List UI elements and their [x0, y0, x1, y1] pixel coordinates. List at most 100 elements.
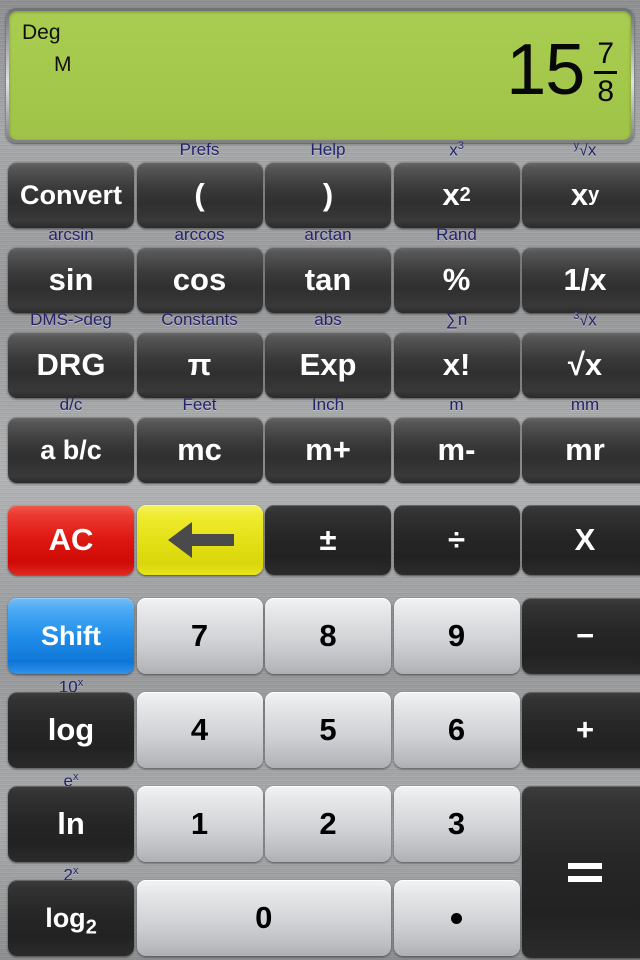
cos-label: cos	[172, 262, 227, 297]
row-123: 2x ln 1 2 3	[0, 786, 640, 958]
digit-3-button[interactable]: 3	[393, 786, 520, 862]
reciprocal-button[interactable]: 1/x	[522, 247, 640, 313]
shift-button[interactable]: Shift	[8, 598, 134, 674]
log-label: log	[47, 712, 95, 747]
digit-2-button[interactable]: 2	[265, 786, 391, 862]
factorial-button[interactable]: x!	[393, 332, 520, 398]
open-paren-button[interactable]: (	[136, 162, 263, 228]
shift-label-cos: arccos	[174, 225, 225, 244]
digit-2-label: 2	[319, 806, 337, 841]
shift-label-factorial: ∑n	[445, 310, 468, 329]
key-cell-digit-8: 8	[265, 598, 391, 674]
digit-6-button[interactable]: 6	[393, 692, 520, 768]
key-cell-decimal-point	[393, 880, 520, 956]
key-cell-close-paren: Help)	[265, 141, 391, 228]
shift-label-sin: arcsin	[48, 225, 94, 244]
percent-button[interactable]: %	[393, 247, 520, 313]
pi-button[interactable]: π	[136, 332, 263, 398]
row-trig: arcsin sin arccos cos arctan tan Rand% 1/x	[0, 226, 640, 313]
memory-add-label: m+	[305, 432, 351, 467]
digit-6-label: 6	[447, 712, 466, 747]
multiply-button[interactable]: X	[522, 505, 640, 575]
natural-log-label: ln	[57, 806, 85, 841]
plus-minus-button[interactable]: ±	[265, 505, 391, 575]
shift-label-pi: Constants	[161, 310, 238, 329]
key-cell-log: ex log	[8, 692, 134, 789]
log-button[interactable]: log	[8, 692, 134, 768]
close-paren-button[interactable]: )	[265, 162, 391, 228]
divide-button[interactable]: ÷	[393, 505, 520, 575]
digit-7-button[interactable]: 7	[136, 598, 263, 674]
key-cell-memory-add: Inch m+	[265, 396, 391, 483]
memory-recall-label: mr	[565, 432, 605, 467]
shift-label-memory-clear: Feet	[182, 395, 217, 414]
digit-1-label: 1	[190, 806, 209, 841]
key-cell-cos: arccos cos	[136, 226, 263, 313]
drg-button[interactable]: DRG	[8, 332, 134, 398]
shift-label-fraction-abc: d/c	[59, 395, 83, 414]
digit-8-button[interactable]: 8	[265, 598, 391, 674]
pi-label: π	[187, 347, 212, 382]
memory-subtract-label: m-	[437, 432, 476, 467]
drg-label: DRG	[36, 347, 106, 382]
row-789: 10x Shift 7 8 9 −	[0, 598, 640, 695]
row-memory: d/c a b/c Feet mc Inch m+ m m-mm mr	[0, 396, 640, 483]
key-cell-digit-3: 3	[393, 786, 520, 862]
key-cell-shift: 10x Shift	[8, 598, 134, 695]
key-cell-percent: Rand%	[393, 226, 520, 313]
divide-label: ÷	[447, 522, 465, 557]
natural-log-button[interactable]: ln	[8, 786, 134, 862]
log-base-2-button[interactable]: log2	[8, 880, 134, 956]
add-button[interactable]: +	[522, 692, 640, 768]
shift-label-open-paren: Prefs	[179, 140, 220, 159]
key-cell-plus-minus: ±	[265, 505, 391, 575]
key-cell-memory-subtract: m m-	[393, 396, 520, 483]
digit-9-button[interactable]: 9	[393, 598, 520, 674]
decimal-point-button[interactable]	[393, 880, 520, 956]
cos-button[interactable]: cos	[136, 247, 263, 313]
digit-4-label: 4	[190, 712, 209, 747]
x-squared-button[interactable]: x2	[393, 162, 520, 228]
lcd-display[interactable]: Deg M 15 7 8	[9, 11, 631, 140]
memory-clear-button[interactable]: mc	[136, 417, 263, 483]
all-clear-button[interactable]: AC	[8, 505, 134, 575]
key-cell-digit-1: 1	[136, 786, 263, 862]
backspace-button[interactable]	[136, 505, 263, 575]
key-cell-multiply: X	[522, 505, 640, 575]
digit-5-button[interactable]: 5	[265, 692, 391, 768]
exp-button[interactable]: Exp	[265, 332, 391, 398]
exp-label: Exp	[299, 347, 357, 382]
square-root-button[interactable]: √x	[522, 332, 640, 398]
fraction-abc-button[interactable]: a b/c	[8, 417, 134, 483]
key-cell-digit-5: 5	[265, 692, 391, 768]
subtract-button[interactable]: −	[522, 598, 640, 674]
memory-add-button[interactable]: m+	[265, 417, 391, 483]
shift-label-square-root: 3√x	[573, 310, 597, 330]
convert-button[interactable]: Convert	[8, 162, 134, 228]
key-cell-memory-clear: Feet mc	[136, 396, 263, 483]
row-clear-operators: AC ± ÷ X	[0, 505, 640, 575]
digit-1-button[interactable]: 1	[136, 786, 263, 862]
digit-8-label: 8	[319, 618, 337, 653]
key-cell-fraction-abc: d/c a b/c	[8, 396, 134, 483]
key-cell-square-root: 3√x √x	[522, 311, 640, 398]
shift-label-x-squared: x3	[449, 140, 464, 160]
sin-button[interactable]: sin	[8, 247, 134, 313]
tan-button[interactable]: tan	[265, 247, 391, 313]
keypad: Convert Prefs(Help) x3 x 2 y√x x y arcsin sin arcc…	[0, 140, 640, 960]
digit-5-label: 5	[319, 712, 337, 747]
key-cell-digit-9: 9	[393, 598, 520, 674]
key-cell-subtract: −	[522, 598, 640, 674]
digit-4-button[interactable]: 4	[136, 692, 263, 768]
key-cell-tan: arctan tan	[265, 226, 391, 313]
x-to-the-y-button[interactable]: xy	[522, 162, 640, 228]
memory-recall-button[interactable]: mr	[522, 417, 640, 483]
convert-label: Convert	[19, 179, 122, 210]
key-cell-x-squared: x3 x 2	[393, 141, 520, 228]
shift-label-percent: Rand	[436, 225, 477, 244]
memory-clear-label: mc	[177, 432, 222, 467]
equals-icon	[568, 862, 602, 882]
dot-icon	[451, 912, 462, 924]
digit-0-button[interactable]: 0	[136, 880, 391, 956]
memory-subtract-button[interactable]: m-	[393, 417, 520, 483]
